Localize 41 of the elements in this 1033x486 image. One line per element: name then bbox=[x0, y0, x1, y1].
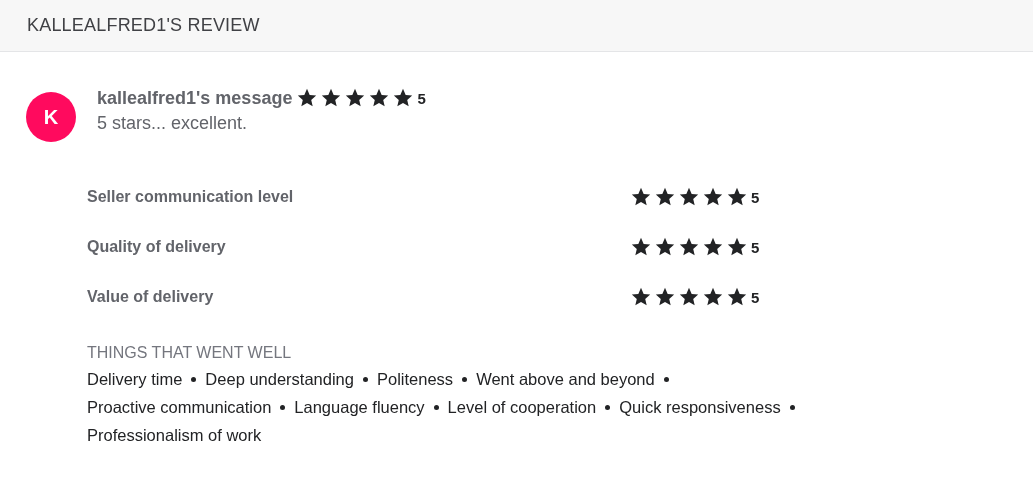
rating-score: 5 bbox=[751, 188, 760, 206]
highlight-tag: Politeness bbox=[377, 368, 454, 390]
highlight-tag: Quick responsiveness bbox=[619, 396, 781, 418]
star-icon bbox=[726, 286, 748, 308]
review-title: KALLEALFRED1'S REVIEW bbox=[27, 15, 260, 36]
star-icon bbox=[654, 236, 676, 258]
highlight-tag: Language fluency bbox=[294, 396, 425, 418]
star-icon bbox=[702, 286, 724, 308]
rating-score: 5 bbox=[417, 89, 426, 107]
star-icon bbox=[296, 87, 319, 109]
star-icon bbox=[654, 186, 676, 208]
star-icon bbox=[726, 186, 748, 208]
user-avatar: K bbox=[26, 92, 76, 142]
highlight-tag: Delivery time bbox=[87, 368, 183, 390]
star-icon bbox=[678, 186, 700, 208]
star-icon bbox=[630, 236, 652, 258]
rating-score: 5 bbox=[751, 288, 760, 306]
highlight-tag: Level of cooperation bbox=[447, 396, 597, 418]
rating-label: Quality of delivery bbox=[87, 238, 227, 256]
star-icon bbox=[654, 286, 676, 308]
star-icon bbox=[678, 286, 700, 308]
star-icon bbox=[630, 186, 652, 208]
star-icon bbox=[392, 87, 415, 109]
star-icon bbox=[368, 87, 391, 109]
review-text: 5 stars... excellent. bbox=[97, 113, 249, 134]
highlight-tag: Proactive communication bbox=[87, 396, 272, 418]
highlight-tag: Professionalism of work bbox=[87, 424, 262, 446]
section-title: THINGS THAT WENT WELL bbox=[87, 344, 293, 362]
star-icon bbox=[344, 87, 367, 109]
star-icon bbox=[702, 236, 724, 258]
star-icon bbox=[702, 186, 724, 208]
star-icon bbox=[726, 236, 748, 258]
star-icon bbox=[678, 236, 700, 258]
star-icon bbox=[320, 87, 343, 109]
star-icon bbox=[630, 286, 652, 308]
rating-label: Value of delivery bbox=[87, 288, 215, 306]
rating-score: 5 bbox=[751, 238, 760, 256]
highlight-tag: Deep understanding bbox=[205, 368, 354, 390]
highlight-tag: Went above and beyond bbox=[476, 368, 655, 390]
author-name: kallealfred1's message bbox=[97, 87, 293, 109]
rating-label: Seller communication level bbox=[87, 188, 295, 206]
